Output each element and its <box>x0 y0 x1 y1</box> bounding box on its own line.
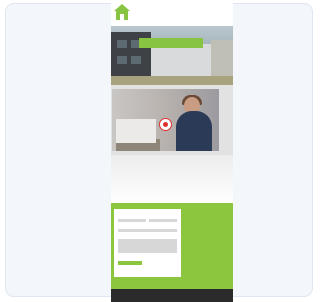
hero-banner <box>139 38 203 48</box>
form-input[interactable] <box>118 219 146 222</box>
submit-button[interactable] <box>118 261 142 265</box>
video-section <box>111 85 233 155</box>
form-input[interactable] <box>149 219 177 222</box>
video-player[interactable] <box>112 89 219 151</box>
contact-section <box>111 203 233 289</box>
contact-form <box>114 209 181 277</box>
form-textarea[interactable] <box>118 239 177 253</box>
spacer-section <box>111 155 233 203</box>
form-input[interactable] <box>118 229 177 232</box>
play-icon[interactable] <box>159 118 172 131</box>
house-logo-icon[interactable] <box>114 4 131 21</box>
bottom-bar <box>111 289 233 302</box>
site-header <box>111 0 233 26</box>
website-preview[interactable] <box>111 0 233 302</box>
hero-image <box>111 26 233 85</box>
